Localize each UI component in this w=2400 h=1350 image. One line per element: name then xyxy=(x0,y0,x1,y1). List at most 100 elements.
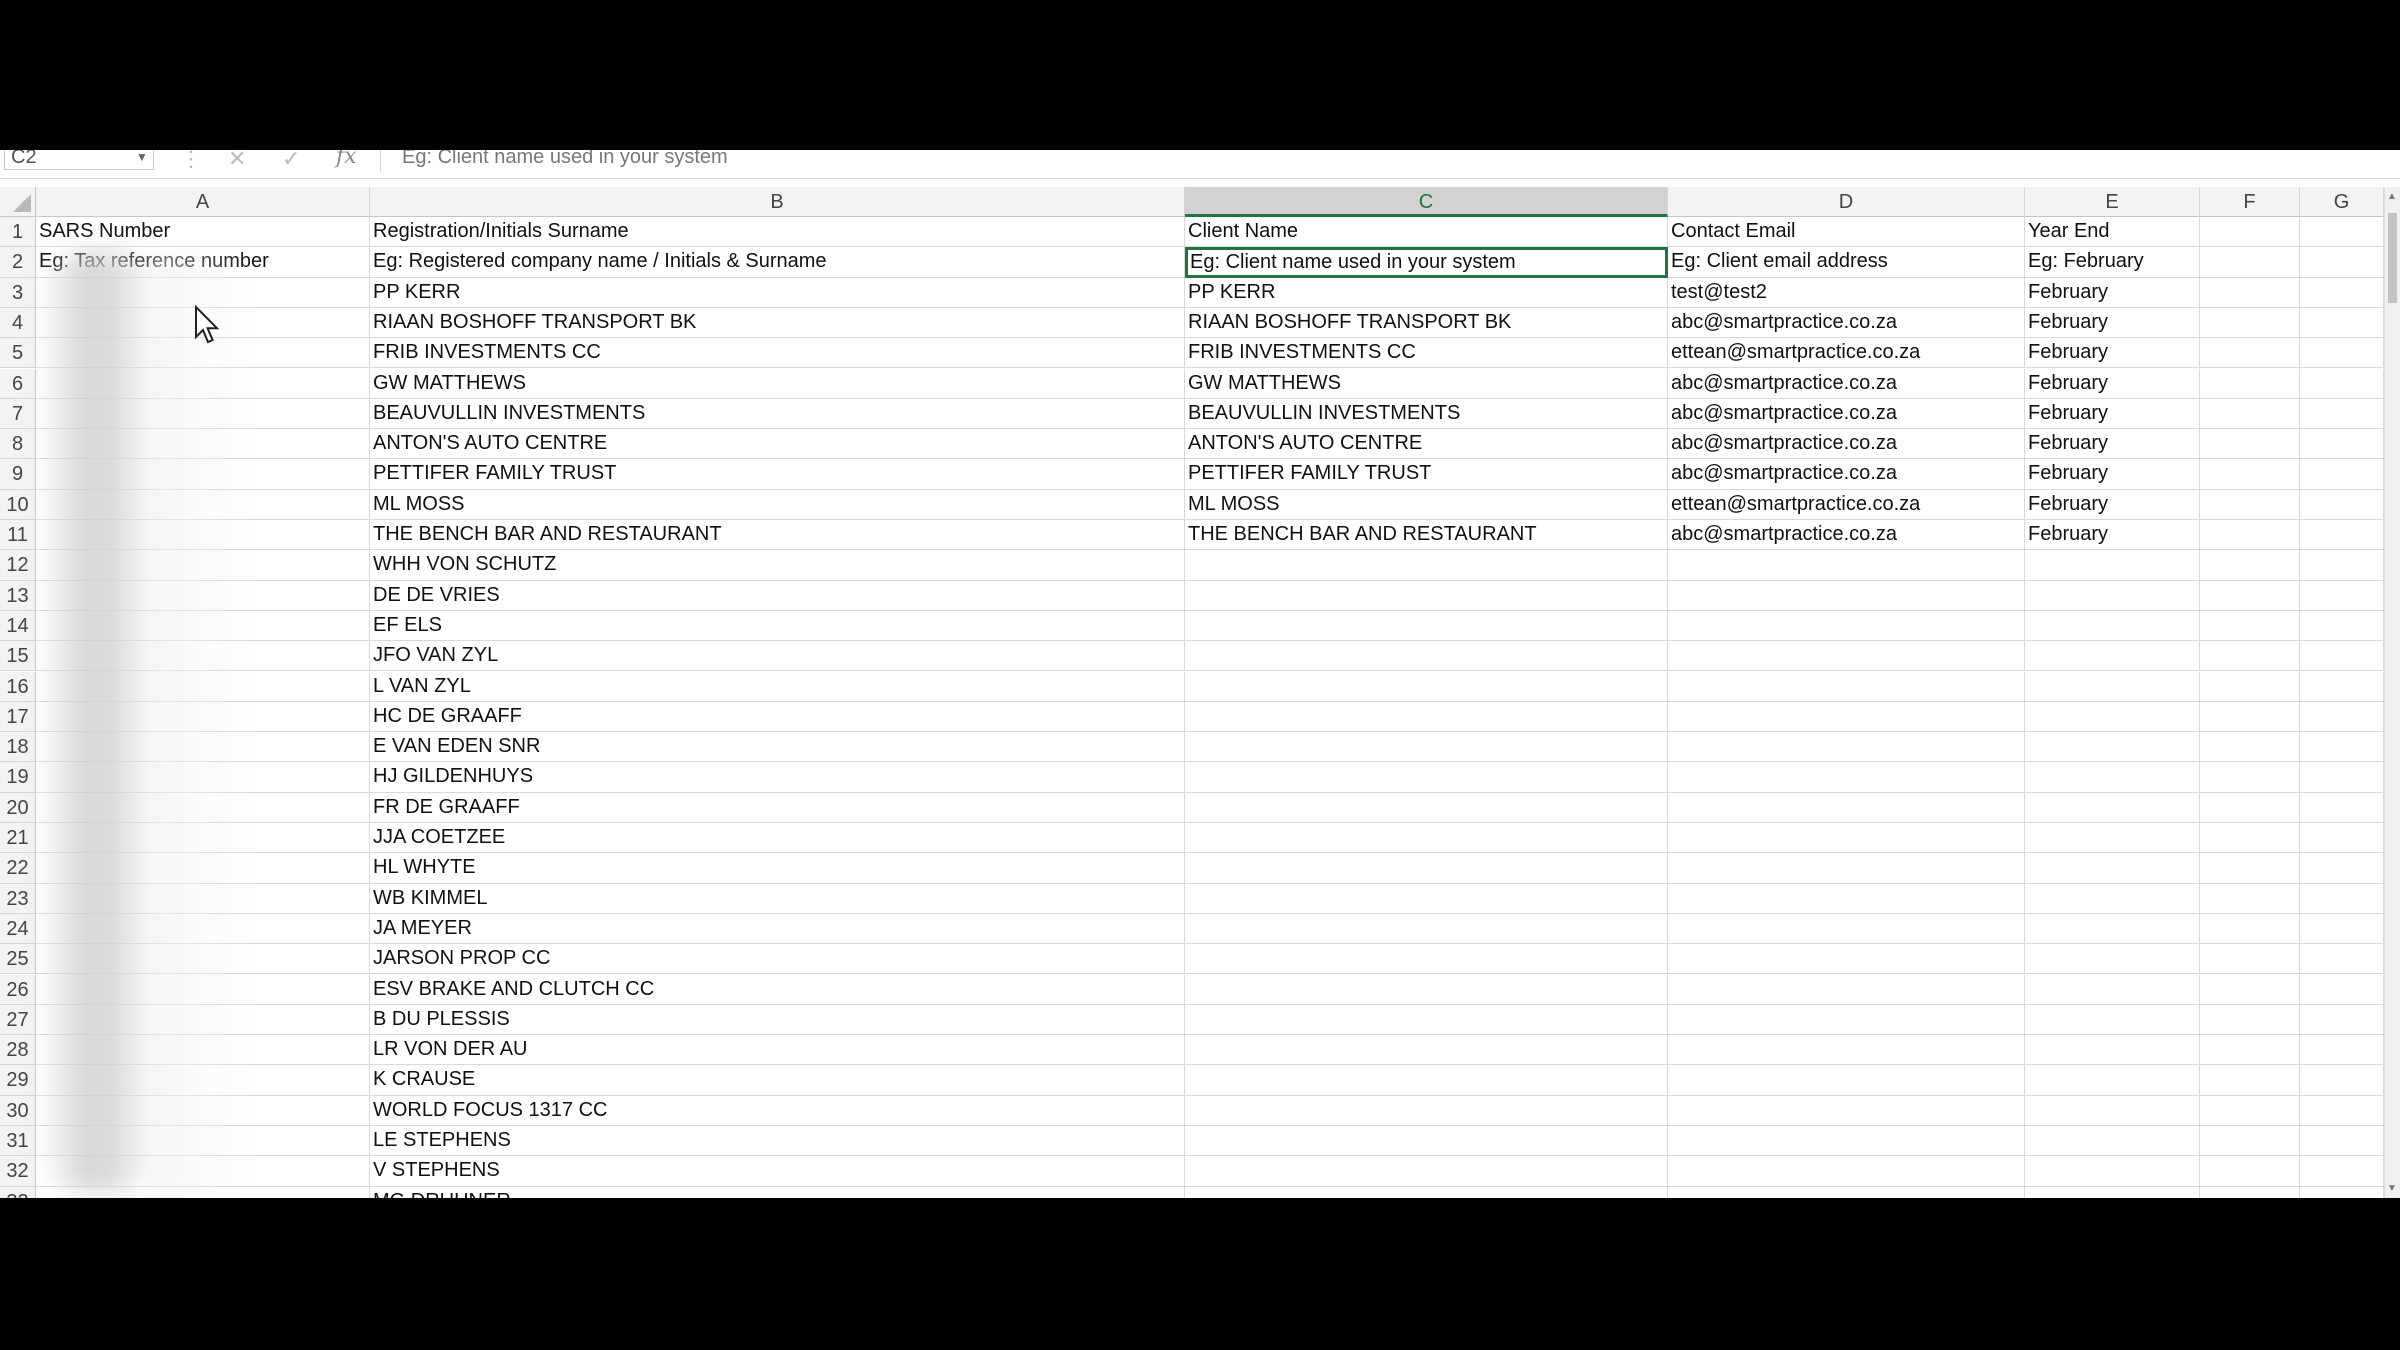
cell-f8[interactable] xyxy=(2200,429,2300,460)
cell-e29[interactable] xyxy=(2025,1065,2200,1096)
cell-c31[interactable] xyxy=(1185,1126,1668,1157)
cell-g19[interactable] xyxy=(2300,762,2384,793)
cell-b10[interactable]: ML MOSS xyxy=(370,489,1185,520)
cell-e1[interactable]: Year End xyxy=(2025,217,2200,248)
cell-b13[interactable]: DE DE VRIES xyxy=(370,580,1185,611)
cell-f15[interactable] xyxy=(2200,641,2300,672)
insert-function-icon[interactable]: fx xyxy=(336,150,357,169)
row-header[interactable]: 16 xyxy=(0,671,36,702)
cell-e9[interactable]: February xyxy=(2025,459,2200,490)
cell-d18[interactable] xyxy=(1668,732,2025,763)
cell-g15[interactable] xyxy=(2300,641,2384,672)
cell-g31[interactable] xyxy=(2300,1126,2384,1157)
cell-g29[interactable] xyxy=(2300,1065,2384,1096)
cell-e18[interactable] xyxy=(2025,732,2200,763)
cell-d3[interactable]: test@test2 xyxy=(1668,277,2025,308)
cell-b25[interactable]: JARSON PROP CC xyxy=(370,944,1185,975)
cell-d7[interactable]: abc@smartpractice.co.za xyxy=(1668,398,2025,430)
cell-c9[interactable]: PETTIFER FAMILY TRUST xyxy=(1185,459,1668,490)
cell-b3[interactable]: PP KERR xyxy=(370,277,1185,308)
cell-b20[interactable]: FR DE GRAAFF xyxy=(370,792,1185,823)
cell-f2[interactable] xyxy=(2200,247,2300,278)
cell-g23[interactable] xyxy=(2300,883,2384,914)
cell-g3[interactable] xyxy=(2300,277,2384,308)
cell-f22[interactable] xyxy=(2200,853,2300,884)
cell-f28[interactable] xyxy=(2200,1035,2300,1066)
cell-g1[interactable] xyxy=(2300,217,2384,248)
cell-g14[interactable] xyxy=(2300,610,2384,642)
cell-e31[interactable] xyxy=(2025,1126,2200,1157)
cell-c30[interactable] xyxy=(1185,1095,1668,1126)
cell-f23[interactable] xyxy=(2200,883,2300,914)
row-header[interactable]: 13 xyxy=(0,580,36,611)
cell-f32[interactable] xyxy=(2200,1156,2300,1187)
cell-b26[interactable]: ESV BRAKE AND CLUTCH CC xyxy=(370,974,1185,1005)
cell-d21[interactable] xyxy=(1668,823,2025,854)
cell-b11[interactable]: THE BENCH BAR AND RESTAURANT xyxy=(370,520,1185,551)
cell-e25[interactable] xyxy=(2025,944,2200,975)
row-header[interactable]: 30 xyxy=(0,1095,36,1126)
scroll-up-icon[interactable]: ▲ xyxy=(2387,191,2397,202)
cell-f20[interactable] xyxy=(2200,792,2300,823)
cell-c20[interactable] xyxy=(1185,792,1668,823)
cell-f33[interactable] xyxy=(2200,1186,2300,1198)
cell-e19[interactable] xyxy=(2025,762,2200,793)
cell-g25[interactable] xyxy=(2300,944,2384,975)
column-header-d[interactable]: D xyxy=(1668,187,2025,217)
cell-d24[interactable] xyxy=(1668,913,2025,945)
enter-check-icon[interactable]: ✓ xyxy=(282,150,300,172)
cell-b16[interactable]: L VAN ZYL xyxy=(370,671,1185,702)
cell-c6[interactable]: GW MATTHEWS xyxy=(1185,368,1668,399)
cell-d6[interactable]: abc@smartpractice.co.za xyxy=(1668,368,2025,399)
cell-g2[interactable] xyxy=(2300,247,2384,278)
cell-f14[interactable] xyxy=(2200,610,2300,642)
row-header[interactable]: 3 xyxy=(0,277,36,308)
cell-g8[interactable] xyxy=(2300,429,2384,460)
cell-f25[interactable] xyxy=(2200,944,2300,975)
cell-b31[interactable]: LE STEPHENS xyxy=(370,1126,1185,1157)
cell-e4[interactable]: February xyxy=(2025,307,2200,339)
cell-c12[interactable] xyxy=(1185,550,1668,581)
cell-b32[interactable]: V STEPHENS xyxy=(370,1156,1185,1187)
cell-g11[interactable] xyxy=(2300,520,2384,551)
cell-f26[interactable] xyxy=(2200,974,2300,1005)
cell-g6[interactable] xyxy=(2300,368,2384,399)
cell-f5[interactable] xyxy=(2200,338,2300,369)
cell-b27[interactable]: B DU PLESSIS xyxy=(370,1004,1185,1036)
row-header[interactable]: 5 xyxy=(0,338,36,369)
cell-c33[interactable] xyxy=(1185,1186,1668,1198)
row-header[interactable]: 32 xyxy=(0,1156,36,1187)
cell-c18[interactable] xyxy=(1185,732,1668,763)
cell-b30[interactable]: WORLD FOCUS 1317 CC xyxy=(370,1095,1185,1126)
cell-c19[interactable] xyxy=(1185,762,1668,793)
cell-d14[interactable] xyxy=(1668,610,2025,642)
cell-d1[interactable]: Contact Email xyxy=(1668,217,2025,248)
cell-d32[interactable] xyxy=(1668,1156,2025,1187)
cell-c5[interactable]: FRIB INVESTMENTS CC xyxy=(1185,338,1668,369)
cell-b2[interactable]: Eg: Registered company name / Initials &… xyxy=(370,247,1185,278)
cell-b21[interactable]: JJA COETZEE xyxy=(370,823,1185,854)
cell-c1[interactable]: Client Name xyxy=(1185,217,1668,248)
row-header[interactable]: 22 xyxy=(0,853,36,884)
column-header-f[interactable]: F xyxy=(2200,187,2300,217)
cell-c14[interactable] xyxy=(1185,610,1668,642)
cell-g24[interactable] xyxy=(2300,913,2384,945)
cell-b18[interactable]: E VAN EDEN SNR xyxy=(370,732,1185,763)
cell-g12[interactable] xyxy=(2300,550,2384,581)
cell-g30[interactable] xyxy=(2300,1095,2384,1126)
row-header[interactable]: 29 xyxy=(0,1065,36,1096)
cell-e16[interactable] xyxy=(2025,671,2200,702)
chevron-down-icon[interactable]: ▼ xyxy=(136,150,148,164)
cell-c10[interactable]: ML MOSS xyxy=(1185,489,1668,520)
cell-b5[interactable]: FRIB INVESTMENTS CC xyxy=(370,338,1185,369)
cell-f10[interactable] xyxy=(2200,489,2300,520)
row-header[interactable]: 1 xyxy=(0,217,36,248)
cell-e33[interactable] xyxy=(2025,1186,2200,1198)
column-header-c[interactable]: C xyxy=(1185,187,1668,217)
cell-g18[interactable] xyxy=(2300,732,2384,763)
cell-f4[interactable] xyxy=(2200,307,2300,339)
cell-d19[interactable] xyxy=(1668,762,2025,793)
cell-e14[interactable] xyxy=(2025,610,2200,642)
row-header[interactable]: 10 xyxy=(0,489,36,520)
column-header-e[interactable]: E xyxy=(2025,187,2200,217)
